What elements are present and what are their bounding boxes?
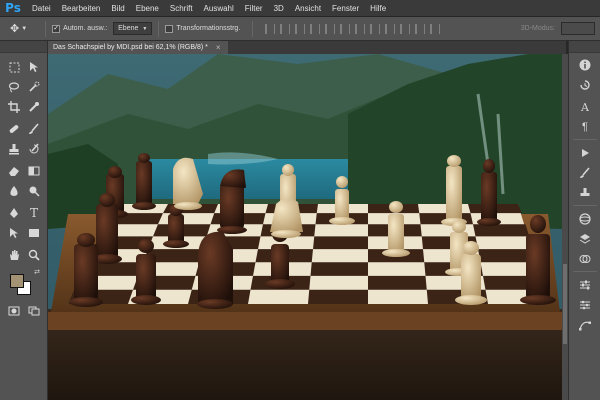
menu-ebene[interactable]: Ebene	[136, 4, 159, 13]
actions-icon[interactable]	[577, 145, 593, 161]
menu-filter[interactable]: Filter	[245, 4, 263, 13]
menu-3d[interactable]: 3D	[274, 4, 284, 13]
character-icon[interactable]: A	[577, 99, 593, 115]
distribute-center-icon[interactable]	[415, 23, 426, 34]
align-right-icon[interactable]	[340, 23, 351, 34]
menu-bearbeiten[interactable]: Bearbeiten	[62, 4, 101, 13]
board-square-dark	[313, 236, 368, 250]
divider	[252, 20, 254, 37]
paragraph-icon[interactable]: ¶	[577, 119, 593, 135]
distribute-left-icon[interactable]	[400, 23, 411, 34]
type-icon[interactable]: T	[26, 205, 42, 221]
document-canvas[interactable]	[48, 54, 562, 400]
crop-icon[interactable]	[6, 99, 22, 115]
paths-icon[interactable]	[577, 317, 593, 333]
eyedropper-icon[interactable]	[26, 99, 42, 115]
clone-source-icon[interactable]	[577, 185, 593, 201]
menu-datei[interactable]: Datei	[32, 4, 51, 13]
path-select-icon[interactable]	[6, 225, 22, 241]
chevron-down-icon: ▼	[142, 25, 148, 32]
panel-grip[interactable]	[569, 41, 600, 53]
board-square-dark	[368, 275, 427, 290]
board-square-dark	[308, 289, 368, 304]
board-square-dark	[473, 224, 530, 237]
align-top-icon[interactable]	[265, 23, 276, 34]
align-center-icon[interactable]	[325, 23, 336, 34]
divider	[158, 20, 160, 37]
distribute-middle-icon[interactable]	[370, 23, 381, 34]
options-bar: ✥ ▼ ✓ Autom. ausw.: Ebene ▼ Transformati…	[0, 17, 600, 41]
canvas-image	[48, 54, 562, 400]
transform-controls-label: Transformationsstrg.	[176, 25, 241, 32]
quick-mask-icon[interactable]	[6, 303, 22, 319]
tool-preset-picker[interactable]: ✥ ▼	[10, 22, 27, 35]
move-tool-icon: ✥	[10, 23, 20, 35]
blur-icon[interactable]	[6, 183, 22, 199]
swap-colors-icon[interactable]: ⇄	[32, 267, 42, 277]
history-icon[interactable]	[577, 77, 593, 93]
info-icon[interactable]	[577, 57, 593, 73]
photoshop-logo: Ps	[5, 1, 21, 15]
menu-bild[interactable]: Bild	[111, 4, 124, 13]
divider	[573, 139, 597, 140]
align-buttons	[265, 23, 441, 34]
auto-select-value: Ebene	[118, 25, 139, 32]
scrollbar-thumb[interactable]	[563, 264, 567, 344]
quick-select-icon[interactable]	[26, 79, 42, 95]
gradient-icon[interactable]	[26, 163, 42, 179]
menu-fenster[interactable]: Fenster	[332, 4, 359, 13]
document-tab[interactable]: Das Schachspiel by MDI.psd bei 62,1% (RG…	[48, 41, 228, 54]
lasso-icon[interactable]	[6, 79, 22, 95]
shape-icon[interactable]	[26, 225, 42, 241]
workspace-dropdown[interactable]	[561, 22, 595, 35]
brush-icon[interactable]	[26, 121, 42, 137]
clone-stamp-icon[interactable]	[6, 141, 22, 157]
pen-icon[interactable]	[6, 205, 22, 221]
distribute-right-icon[interactable]	[430, 23, 441, 34]
dodge-icon[interactable]	[26, 183, 42, 199]
zoom-icon[interactable]	[26, 247, 42, 263]
adjustments-icon[interactable]	[577, 277, 593, 293]
menu-bar: Ps Datei Bearbeiten Bild Ebene Schrift A…	[0, 0, 600, 17]
chevron-down-icon: ▼	[21, 25, 28, 32]
screen-mode-icon[interactable]	[26, 303, 42, 319]
brushes-icon[interactable]	[577, 165, 593, 181]
divider	[573, 271, 597, 272]
menu-hilfe[interactable]: Hilfe	[370, 4, 386, 13]
hand-icon[interactable]	[6, 247, 22, 263]
3d-icon[interactable]	[577, 211, 593, 227]
rectangle-marquee-icon[interactable]	[6, 59, 22, 75]
document-title: Das Schachspiel by MDI.psd bei 62,1% (RG…	[53, 44, 208, 51]
menu-schrift[interactable]: Schrift	[170, 4, 193, 13]
align-bottom-icon[interactable]	[295, 23, 306, 34]
menu-auswahl[interactable]: Auswahl	[204, 4, 234, 13]
auto-select-dropdown[interactable]: Ebene ▼	[113, 22, 153, 35]
document-tab-bar: Das Schachspiel by MDI.psd bei 62,1% (RG…	[48, 41, 566, 54]
board-square-dark	[310, 262, 368, 276]
3d-mode-label: 3D-Modus:	[520, 25, 555, 32]
auto-select-checkbox[interactable]: ✓	[52, 24, 61, 33]
menu-ansicht[interactable]: Ansicht	[295, 4, 321, 13]
distribute-bottom-icon[interactable]	[385, 23, 396, 34]
auto-select-label: Autom. ausw.:	[63, 25, 108, 32]
channels-icon[interactable]	[577, 251, 593, 267]
tools-panel: T ⇄	[0, 41, 48, 400]
properties-icon[interactable]	[577, 297, 593, 313]
layers-icon[interactable]	[577, 231, 593, 247]
eraser-icon[interactable]	[6, 163, 22, 179]
divider	[45, 20, 47, 37]
healing-brush-icon[interactable]	[6, 121, 22, 137]
distribute-top-icon[interactable]	[355, 23, 366, 34]
foreground-color-swatch[interactable]	[10, 274, 24, 288]
align-middle-icon[interactable]	[280, 23, 291, 34]
divider	[573, 205, 597, 206]
align-left-icon[interactable]	[310, 23, 321, 34]
close-icon[interactable]: ×	[216, 43, 221, 52]
move-tool-icon[interactable]	[26, 59, 42, 75]
panel-dock: A ¶	[568, 41, 600, 400]
transform-controls-checkbox[interactable]	[165, 24, 174, 33]
history-brush-icon[interactable]	[26, 141, 42, 157]
panel-grip[interactable]	[0, 41, 47, 53]
